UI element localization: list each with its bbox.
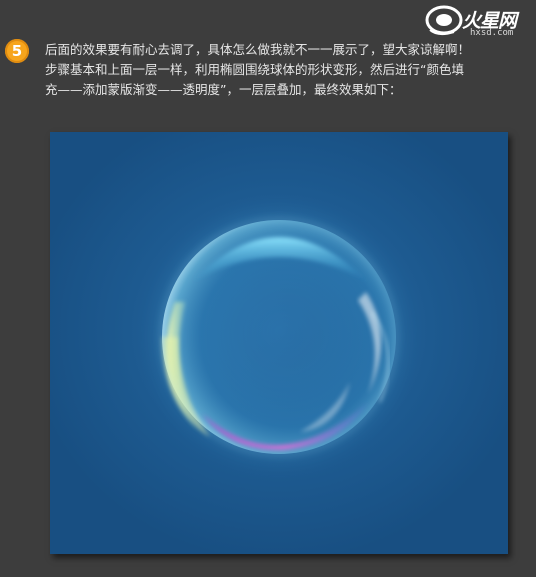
step-number-badge: 5 xyxy=(5,39,29,63)
logo-subtitle: hxsd.com xyxy=(470,28,514,38)
bubble-illustration xyxy=(50,132,508,554)
description-line-2: 步骤基本和上面一层一样，利用椭圆围绕球体的形状变形，然后进行“颜色填 xyxy=(45,62,464,77)
description-line-1: 后面的效果要有耐心去调了，具体怎么做我就不一一展示了，望大家谅解啊！ xyxy=(45,42,471,57)
result-image xyxy=(50,132,508,554)
step-description: 后面的效果要有耐心去调了，具体怎么做我就不一一展示了，望大家谅解啊！ 步骤基本和… xyxy=(45,40,527,100)
description-line-3: 充——添加蒙版渐变——透明度”，一层层叠加，最终效果如下： xyxy=(45,82,402,97)
